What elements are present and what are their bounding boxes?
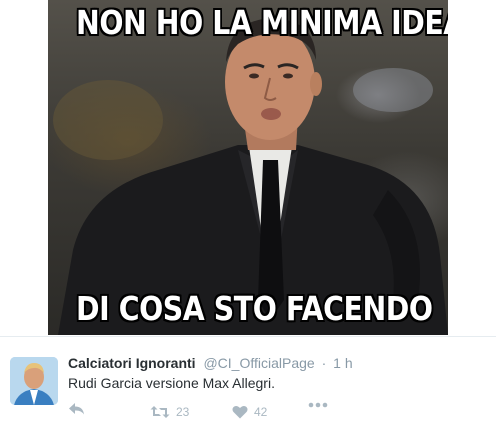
retweet-icon	[150, 406, 170, 418]
like-count: 42	[254, 405, 268, 419]
meme-top-caption: NON HO LA MINIMA IDEA	[76, 3, 448, 42]
reply-icon	[69, 403, 84, 415]
divider	[0, 336, 496, 337]
author-handle[interactable]: @CI_OfficialPage	[203, 355, 314, 371]
tweet-header: Calciatori Ignoranti @CI_OfficialPage · …	[68, 354, 353, 372]
meme-bottom-caption: DI COSA STO FACENDO	[76, 289, 433, 328]
retweet-button[interactable]: 23	[150, 402, 189, 422]
tweet-actions: 23 42	[68, 402, 368, 422]
avatar-image	[10, 357, 58, 405]
reply-button[interactable]	[68, 402, 86, 416]
man-in-suit-illustration	[53, 18, 448, 335]
more-icon	[308, 402, 328, 408]
tweet-time[interactable]: 1 h	[333, 355, 352, 371]
author-name[interactable]: Calciatori Ignoranti	[68, 355, 196, 371]
heart-icon	[232, 405, 248, 419]
more-button[interactable]	[308, 402, 328, 408]
meme-image[interactable]: NON HO LA MINIMA IDEA DI COSA STO FACEND…	[48, 0, 448, 335]
separator-dot: ·	[321, 355, 327, 371]
like-button[interactable]: 42	[232, 402, 267, 422]
avatar[interactable]	[10, 357, 58, 405]
tweet-text: Rudi Garcia versione Max Allegri.	[68, 375, 275, 391]
retweet-count: 23	[176, 405, 190, 419]
